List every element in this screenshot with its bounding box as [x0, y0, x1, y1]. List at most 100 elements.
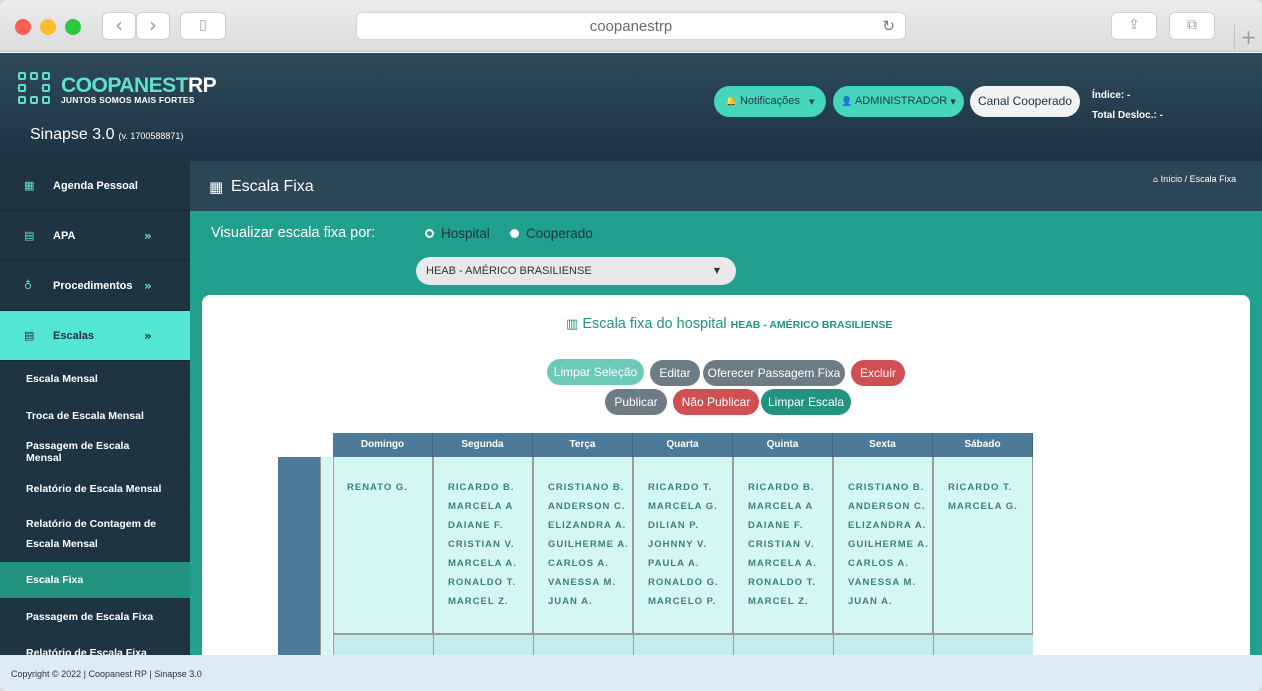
cooperado-name[interactable]: MARCELA G.	[634, 501, 732, 520]
day-cell-next[interactable]	[433, 634, 533, 655]
sidebar-item-escalas[interactable]: ▤ Escalas »	[0, 311, 190, 361]
close-window-button[interactable]	[15, 19, 31, 35]
maximize-window-button[interactable]	[65, 19, 81, 35]
day-cell[interactable]: RICARDO B. MARCELA A DAIANE F. CRISTIAN V. M…	[433, 457, 533, 634]
nao-publicar-button[interactable]: Não Publicar	[673, 389, 759, 415]
publicar-button[interactable]: Publicar	[605, 389, 667, 415]
sidebar-subitem-escala-fixa[interactable]: Escala Fixa	[0, 562, 190, 599]
sidebar-subitem-passagem-escala-fixa[interactable]: Passagem de Escala Fixa	[0, 599, 190, 635]
hospital-select[interactable]: HEAB - AMÉRICO BRASILIENSE ▼	[416, 257, 736, 285]
logo-icon	[18, 72, 54, 108]
day-cell[interactable]: RICARDO T. MARCELA G.	[933, 457, 1033, 634]
day-cell-next[interactable]	[833, 634, 933, 655]
day-cell[interactable]: CRISTIANO B. ANDERSON C. ELIZANDRA A. GUILH…	[533, 457, 633, 634]
limpar-escala-button[interactable]: Limpar Escala	[761, 389, 851, 415]
cooperado-name[interactable]: VANESSA M.	[534, 577, 632, 596]
cooperado-name[interactable]: MARCEL Z.	[734, 596, 832, 615]
sidebar-item-agenda-pessoal[interactable]: ▦ Agenda Pessoal	[0, 161, 190, 211]
cooperado-name[interactable]: JUAN A.	[834, 596, 932, 615]
cooperado-name[interactable]: ANDERSON C.	[834, 501, 932, 520]
sidebar-subitem-relatorio-escala-mensal[interactable]: Relatório de Escala Mensal	[0, 471, 190, 507]
cooperado-name[interactable]: VANESSA M.	[834, 577, 932, 596]
cooperado-name[interactable]: CRISTIANO B.	[834, 482, 932, 501]
back-icon[interactable]: ‹	[102, 12, 136, 40]
reload-icon[interactable]: ↻	[882, 13, 895, 40]
radio-cooperado[interactable]: Cooperado	[510, 226, 593, 241]
day-cell-next[interactable]	[533, 634, 633, 655]
cooperado-name[interactable]: CARLOS A.	[834, 558, 932, 577]
card-title: ▥ Escala fixa do hospital HEAB - AMÉRICO…	[566, 316, 892, 332]
radio-hospital[interactable]: Hospital	[425, 226, 490, 241]
day-cell[interactable]: CRISTIANO B. ANDERSON C. ELIZANDRA A. GUILH…	[833, 457, 933, 634]
day-cell[interactable]: RICARDO B. MARCELA A DAIANE F. CRISTIAN V. M…	[733, 457, 833, 634]
cooperado-name[interactable]: ANDERSON C.	[534, 501, 632, 520]
cooperado-name[interactable]: DILIAN P.	[634, 520, 732, 539]
cooperado-name[interactable]: RONALDO G.	[634, 577, 732, 596]
sidebar-toggle-icon[interactable]: ▯	[180, 12, 226, 40]
cooperado-name[interactable]: RICARDO B.	[734, 482, 832, 501]
user-menu-button[interactable]: 👤 ADMINISTRADOR ▼	[833, 86, 964, 117]
sidebar-subitem-escala-mensal[interactable]: Escala Mensal	[0, 361, 190, 398]
day-header: Segunda	[433, 433, 533, 457]
cooperado-name[interactable]: MARCELA G.	[934, 501, 1032, 520]
cooperado-name[interactable]: RENATO G.	[334, 482, 432, 501]
cooperado-name[interactable]: GUILHERME A.	[534, 539, 632, 558]
cooperado-name[interactable]: PAULA A.	[634, 558, 732, 577]
page-titlebar	[190, 161, 1262, 211]
cooperado-name[interactable]: DAIANE F.	[734, 520, 832, 539]
bell-icon: 🔔	[725, 97, 737, 107]
cooperado-name[interactable]: MARCELA A.	[434, 558, 532, 577]
cooperado-name[interactable]: MARCELA A.	[734, 558, 832, 577]
address-bar[interactable]: coopanestrp ↻	[356, 12, 906, 40]
cooperado-name[interactable]: RONALDO T.	[734, 577, 832, 596]
sidebar-item-apa[interactable]: ▤ APA »	[0, 211, 190, 261]
oferecer-passagem-button[interactable]: Oferecer Passagem Fixa	[703, 360, 845, 386]
sidebar-subitem-relatorio-escala-fixa[interactable]: Relatório de Escala Fixa	[0, 635, 190, 656]
cooperado-name[interactable]: JOHNNY V.	[634, 539, 732, 558]
canal-cooperado-button[interactable]: Canal Cooperado	[970, 86, 1080, 117]
hospital-select-value: HEAB - AMÉRICO BRASILIENSE	[426, 265, 592, 277]
cooperado-name[interactable]: GUILHERME A.	[834, 539, 932, 558]
day-cell-next[interactable]	[933, 634, 1033, 655]
cooperado-name[interactable]: CRISTIAN V.	[434, 539, 532, 558]
cooperado-name[interactable]: MARCELA A	[734, 501, 832, 520]
forward-icon[interactable]: ›	[136, 12, 170, 40]
cooperado-name[interactable]: ELIZANDRA A.	[834, 520, 932, 539]
day-cell-next[interactable]	[733, 634, 833, 655]
cooperado-name[interactable]: MARCELA A	[434, 501, 532, 520]
sidebar-subitem-passagem-escala-mensal[interactable]: Passagem de Escala Mensal	[0, 434, 190, 471]
day-cell[interactable]: RENATO G.	[333, 457, 433, 634]
cooperado-name[interactable]: JUAN A.	[534, 596, 632, 615]
brand-tagline: JUNTOS SOMOS MAIS FORTES	[61, 95, 195, 105]
cooperado-name[interactable]: CRISTIANO B.	[534, 482, 632, 501]
notifications-button[interactable]: 🔔 Notificações ▼	[714, 86, 826, 117]
sidebar-item-procedimentos[interactable]: ♁ Procedimentos »	[0, 261, 190, 311]
minimize-window-button[interactable]	[40, 19, 56, 35]
cooperado-name[interactable]: RICARDO T.	[934, 482, 1032, 501]
day-cell[interactable]: RICARDO T. MARCELA G. DILIAN P. JOHNNY V. PA…	[633, 457, 733, 634]
tabs-icon[interactable]: ⧉	[1169, 12, 1215, 40]
breadcrumb[interactable]: ⌂ Início / Escala Fixa	[1153, 174, 1236, 184]
cooperado-name[interactable]: CRISTIAN V.	[734, 539, 832, 558]
cooperado-name[interactable]: RICARDO B.	[434, 482, 532, 501]
day-header: Domingo	[333, 433, 433, 457]
new-tab-icon[interactable]: +	[1234, 24, 1262, 52]
share-icon[interactable]: ⇪	[1111, 12, 1157, 40]
browser-window: ‹ › ▯ coopanestrp ↻ ⇪ ⧉ + COOPANESTRP JUN…	[0, 0, 1262, 691]
cooperado-name[interactable]: ELIZANDRA A.	[534, 520, 632, 539]
day-cell-next[interactable]	[333, 634, 433, 655]
cooperado-name[interactable]: CARLOS A.	[534, 558, 632, 577]
editar-button[interactable]: Editar	[650, 360, 700, 386]
table-icon: ▦	[24, 179, 35, 192]
cooperado-name[interactable]: DAIANE F.	[434, 520, 532, 539]
day-cell-next[interactable]	[633, 634, 733, 655]
sidebar-subitem-troca-escala-mensal[interactable]: Troca de Escala Mensal	[0, 398, 190, 434]
sidebar-subitem-relatorio-contagem[interactable]: Relatório de Contagem de Escala Mensal	[0, 507, 190, 562]
cooperado-name[interactable]: MARCEL Z.	[434, 596, 532, 615]
row-header-column	[278, 457, 320, 655]
excluir-button[interactable]: Excluir	[851, 360, 905, 386]
cooperado-name[interactable]: RICARDO T.	[634, 482, 732, 501]
limpar-selecao-button[interactable]: Limpar Seleção	[547, 359, 644, 385]
cooperado-name[interactable]: RONALDO T.	[434, 577, 532, 596]
cooperado-name[interactable]: MARCELO P.	[634, 596, 732, 615]
